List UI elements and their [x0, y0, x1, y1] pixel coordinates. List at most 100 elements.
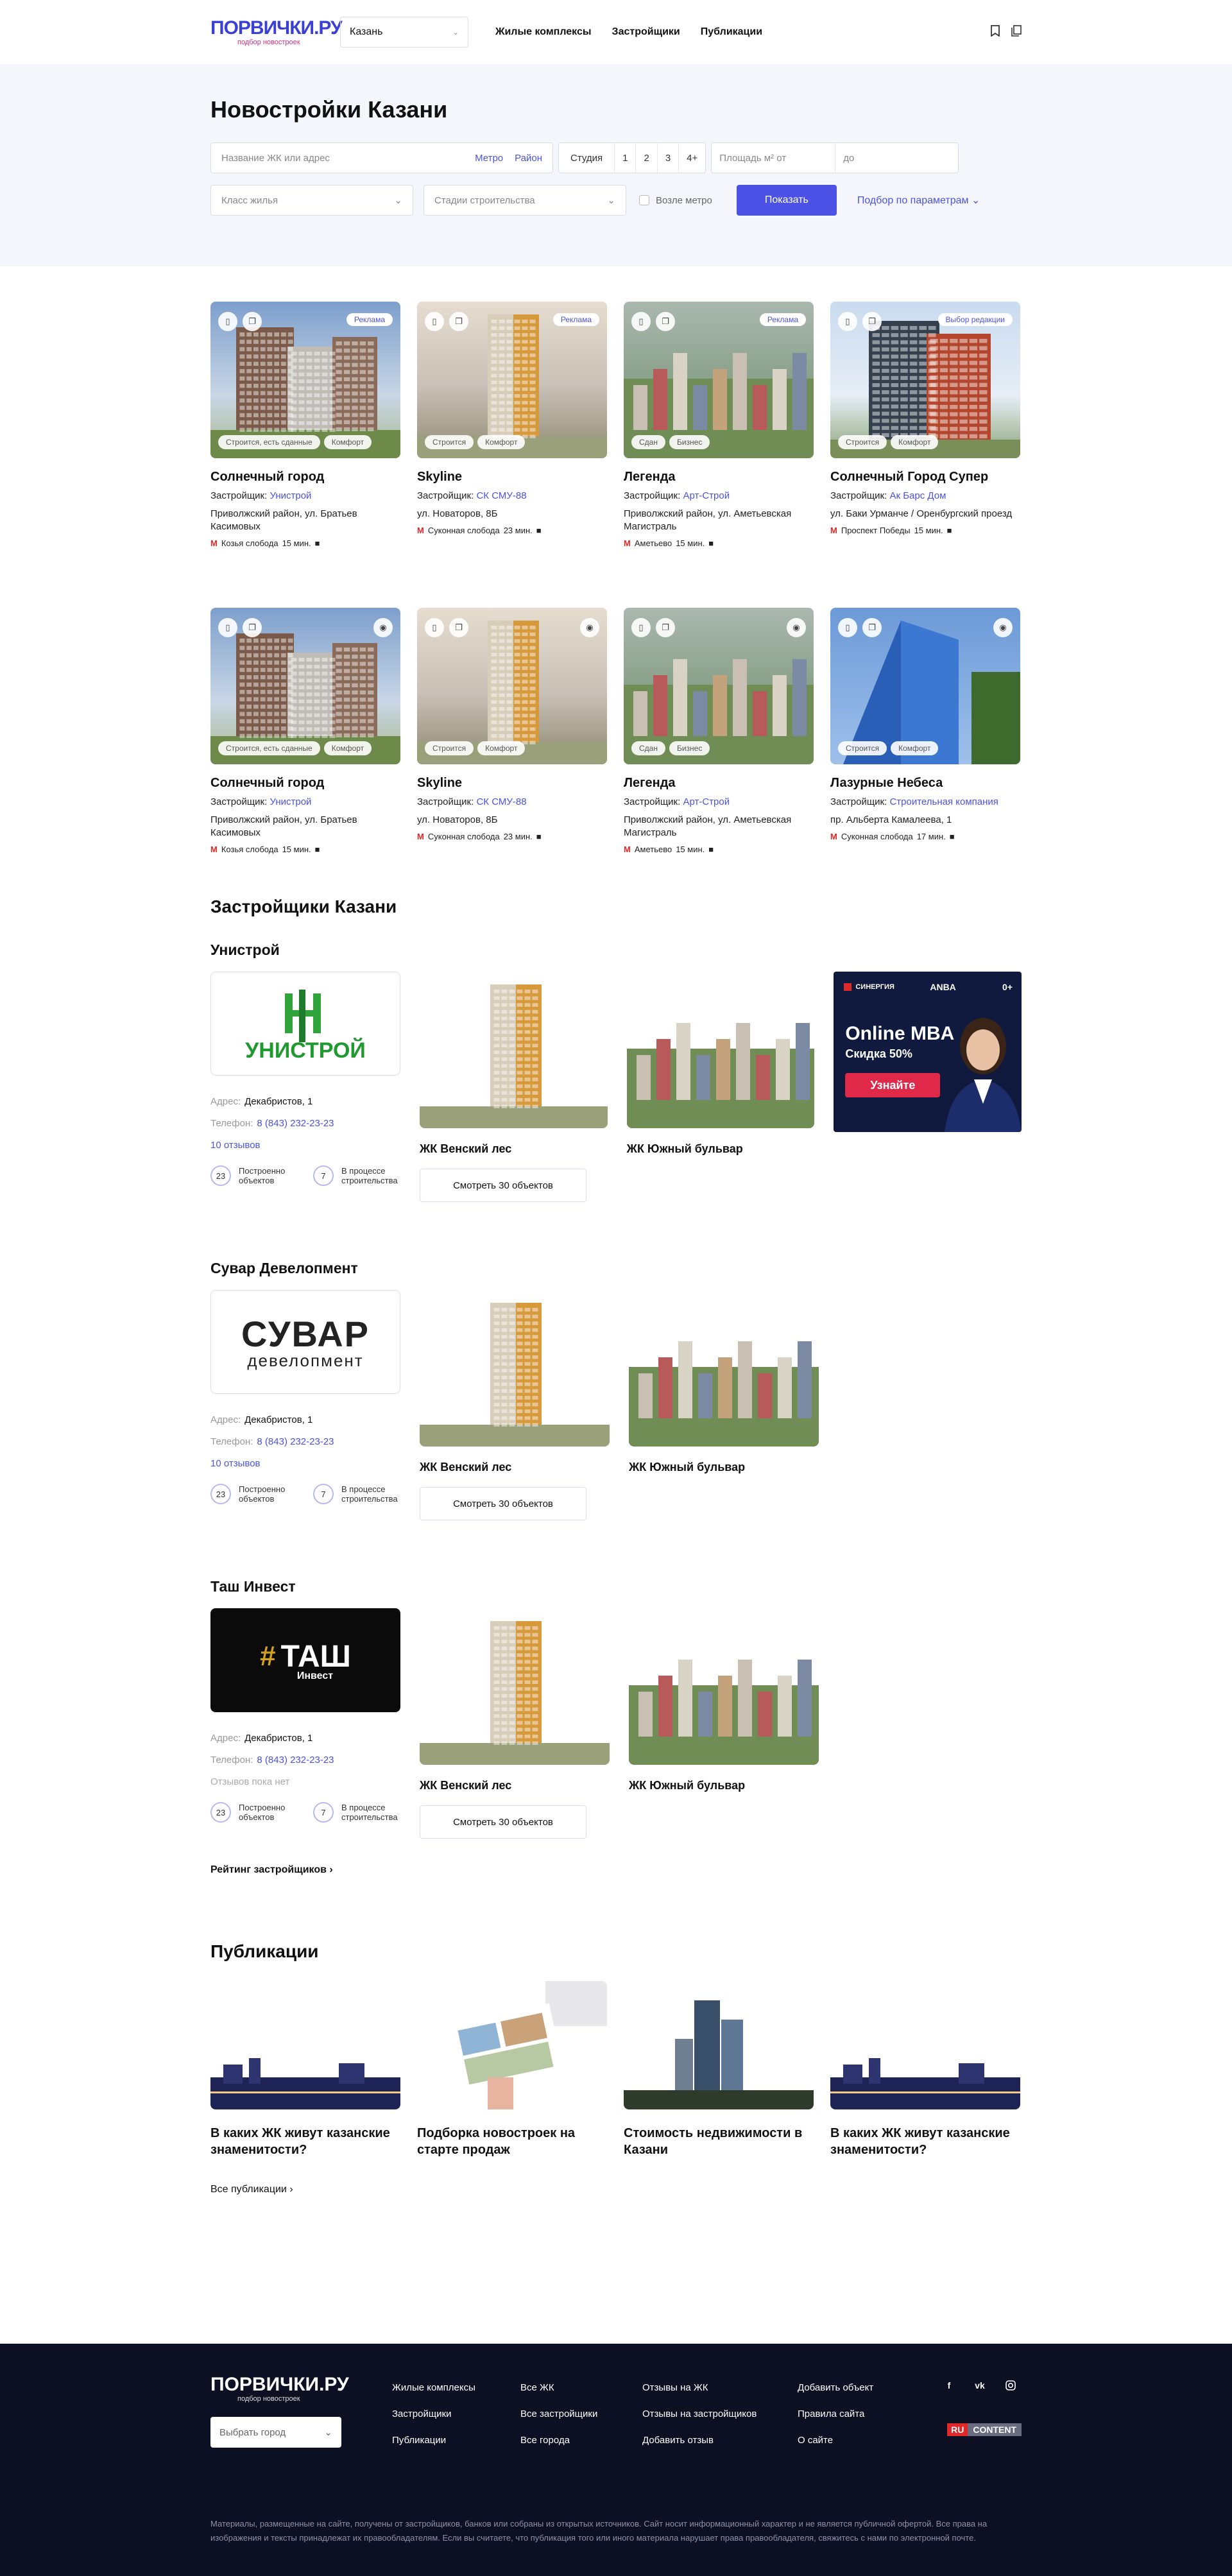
complex-card[interactable]: ▯ ❐ ◉ Строится Комфорт Skyline Застройщик: СК … — [417, 608, 607, 877]
developer-link[interactable]: Унистрой — [270, 796, 311, 807]
publication-card[interactable]: Стоимость недвижимости в Казани — [624, 1981, 814, 2158]
publication-card[interactable]: В каких ЖК живут казанские знаменитости? — [210, 1981, 400, 2158]
checkbox-box[interactable] — [639, 195, 649, 205]
class-select[interactable]: Класс жилья ⌄ — [210, 185, 413, 216]
project-name[interactable]: ЖК Южный бульвар — [627, 1142, 815, 1156]
nav-complexes[interactable]: Жилые комплексы — [495, 26, 592, 38]
banner-cta-button[interactable]: Узнайте — [845, 1073, 941, 1097]
bookmark-icon[interactable] — [991, 24, 1000, 40]
complex-name[interactable]: Лазурные Небеса — [830, 776, 1020, 791]
stage-select[interactable]: Стадии строительства ⌄ — [424, 185, 626, 216]
search-input[interactable]: Название ЖК или адрес Метро Район — [210, 142, 553, 173]
compare-icon[interactable]: ❐ — [449, 618, 468, 637]
compare-icon[interactable]: ❐ — [243, 618, 262, 637]
show-objects-button[interactable]: Смотреть 30 объектов — [420, 1805, 586, 1839]
rucontent-logo[interactable]: RU CONTENT — [947, 2423, 1022, 2436]
logo[interactable]: ПОРВИЧКИ.РУ подбор новостроек — [210, 18, 343, 47]
project-name[interactable]: ЖК Венский лес — [420, 1779, 610, 1792]
complex-name[interactable]: Солнечный Город Супер — [830, 470, 1020, 485]
room-studio[interactable]: Студия — [559, 143, 614, 173]
complex-image[interactable]: ▯ ❐ Реклама Строится, есть сданные Комфорт — [210, 302, 400, 458]
vk-icon[interactable]: vk — [969, 2374, 991, 2396]
project-image[interactable] — [626, 972, 815, 1128]
footer-link-about[interactable]: О сайте — [798, 2427, 894, 2453]
complex-image[interactable]: ▯ ❐ Реклама Строится Комфорт — [417, 302, 607, 458]
complex-card[interactable]: ▯ ❐ Выбор редакции Строится Комфорт Солнечный… — [830, 302, 1020, 571]
compare-icon[interactable]: ❐ — [656, 618, 675, 637]
developer-reviews[interactable]: 10 отзывов — [210, 1140, 261, 1151]
developer-logo[interactable]: УНИСТРОЙ — [210, 972, 400, 1076]
complex-card[interactable]: ▯ ❐ Реклама Сдан Бизнес Легенда Застройщик: Ар… — [624, 302, 814, 571]
footer-link-rules[interactable]: Правила сайта — [798, 2401, 894, 2427]
bookmark-icon[interactable]: ▯ — [425, 618, 444, 637]
footer-link-developers[interactable]: Застройщики — [392, 2401, 520, 2427]
compare-icon[interactable] — [1011, 24, 1022, 40]
project-image[interactable] — [420, 1608, 610, 1765]
map-pin-icon[interactable]: ◉ — [580, 618, 599, 637]
developer-logo[interactable]: # ТАШ Инвест — [210, 1608, 400, 1712]
project-card[interactable]: ЖК Южный бульвар — [626, 972, 815, 1202]
complex-image[interactable]: ▯ ❐ ◉ Строится Комфорт — [830, 608, 1020, 764]
show-button[interactable]: Показать — [736, 185, 837, 216]
near-metro-checkbox[interactable]: Возле метро — [639, 195, 712, 206]
room-2[interactable]: 2 — [635, 143, 656, 173]
show-objects-button[interactable]: Смотреть 30 объектов — [420, 1169, 586, 1202]
footer-logo[interactable]: ПОРВИЧКИ.РУ подбор новостроек — [210, 2374, 392, 2403]
publication-image[interactable] — [830, 1981, 1020, 2109]
footer-link-add-review[interactable]: Добавить отзыв — [642, 2427, 798, 2453]
project-image[interactable] — [629, 1290, 819, 1447]
complex-name[interactable]: Солнечный город — [210, 470, 400, 485]
compare-icon[interactable]: ❐ — [656, 312, 675, 331]
publication-card[interactable]: В каких ЖК живут казанские знаменитости? — [830, 1981, 1020, 2158]
compare-icon[interactable]: ❐ — [449, 312, 468, 331]
city-select[interactable]: Казань ⌄ — [340, 17, 468, 47]
district-link[interactable]: Район — [515, 153, 542, 164]
publication-title[interactable]: Стоимость недвижимости в Казани — [624, 2125, 814, 2158]
complex-name[interactable]: Skyline — [417, 470, 607, 485]
complex-name[interactable]: Легенда — [624, 470, 814, 485]
developer-phone[interactable]: 8 (843) 232-23-23 — [257, 1755, 334, 1765]
complex-image[interactable]: ▯ ❐ ◉ Строится, есть сданные Комфорт — [210, 608, 400, 764]
metro-link[interactable]: Метро — [475, 153, 503, 164]
complex-card[interactable]: ▯ ❐ Реклама Строится, есть сданные Комфорт Со… — [210, 302, 400, 571]
project-card[interactable]: ЖК Венский лес Смотреть 30 объектов — [420, 972, 608, 1202]
footer-link-complexes[interactable]: Жилые комплексы — [392, 2374, 520, 2401]
footer-link-all-complexes[interactable]: Все ЖК — [520, 2374, 642, 2401]
footer-link-all-developers[interactable]: Все застройщики — [520, 2401, 642, 2427]
area-from-input[interactable]: Площадь м² от — [712, 143, 835, 173]
footer-link-all-cities[interactable]: Все города — [520, 2427, 642, 2453]
developer-phone[interactable]: 8 (843) 232-23-23 — [257, 1436, 334, 1447]
publication-title[interactable]: Подборка новостроек на старте продаж — [417, 2125, 607, 2158]
developer-link[interactable]: Арт-Строй — [683, 490, 730, 501]
developer-logo[interactable]: СУВАР девелопмент — [210, 1290, 400, 1394]
project-card[interactable]: ЖК Венский лес Смотреть 30 объектов — [420, 1290, 610, 1520]
nav-developers[interactable]: Застройщики — [612, 26, 680, 38]
developer-reviews[interactable]: 10 отзывов — [210, 1458, 261, 1469]
project-image[interactable] — [420, 1290, 610, 1447]
publication-card[interactable]: Подборка новостроек на старте продаж — [417, 1981, 607, 2158]
developer-link[interactable]: Унистрой — [270, 490, 311, 501]
publication-image[interactable] — [417, 1981, 607, 2109]
developer-link[interactable]: Арт-Строй — [683, 796, 730, 807]
bookmark-icon[interactable]: ▯ — [218, 618, 237, 637]
developer-link[interactable]: Ак Барс Дом — [889, 490, 946, 501]
project-name[interactable]: ЖК Венский лес — [420, 1461, 610, 1474]
publication-image[interactable] — [210, 1981, 400, 2109]
publication-title[interactable]: В каких ЖК живут казанские знаменитости? — [830, 2125, 1020, 2158]
developer-phone[interactable]: 8 (843) 232-23-23 — [257, 1118, 334, 1129]
complex-image[interactable]: ▯ ❐ ◉ Строится Комфорт — [417, 608, 607, 764]
room-4plus[interactable]: 4+ — [678, 143, 705, 173]
complex-card[interactable]: ▯ ❐ ◉ Строится, есть сданные Комфорт Солнечны… — [210, 608, 400, 877]
project-card[interactable]: ЖК Южный бульвар — [629, 1608, 819, 1839]
bookmark-icon[interactable]: ▯ — [218, 312, 237, 331]
developer-name[interactable]: Унистрой — [210, 941, 1022, 959]
facebook-icon[interactable]: f — [938, 2374, 960, 2396]
footer-link-add-object[interactable]: Добавить объект — [798, 2374, 894, 2401]
bookmark-icon[interactable]: ▯ — [838, 312, 857, 331]
complex-card[interactable]: ▯ ❐ ◉ Строится Комфорт Лазурные Небеса Застрой… — [830, 608, 1020, 877]
complex-name[interactable]: Солнечный город — [210, 776, 400, 791]
project-name[interactable]: ЖК Венский лес — [420, 1142, 608, 1156]
show-objects-button[interactable]: Смотреть 30 объектов — [420, 1487, 586, 1520]
developer-name[interactable]: Таш Инвест — [210, 1578, 1022, 1595]
room-1[interactable]: 1 — [614, 143, 635, 173]
